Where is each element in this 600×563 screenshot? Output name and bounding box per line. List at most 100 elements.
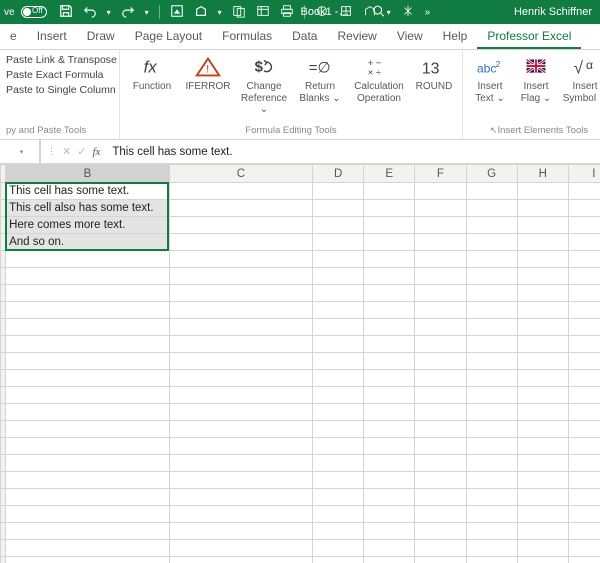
cell-E8[interactable] <box>364 302 415 319</box>
cell-I18[interactable] <box>568 472 600 489</box>
cell-I9[interactable] <box>568 319 600 336</box>
cell-I4[interactable] <box>568 234 600 251</box>
cell-C19[interactable] <box>169 489 312 506</box>
cell-G11[interactable] <box>466 353 517 370</box>
cell-E11[interactable] <box>364 353 415 370</box>
cell-B13[interactable] <box>6 387 170 404</box>
cell-G21[interactable] <box>466 523 517 540</box>
cell-B8[interactable] <box>6 302 170 319</box>
cell-F4[interactable] <box>415 234 466 251</box>
cell-E7[interactable] <box>364 285 415 302</box>
cell-E22[interactable] <box>364 540 415 557</box>
formula-content[interactable]: This cell has some text. <box>106 146 600 158</box>
cell-B7[interactable] <box>6 285 170 302</box>
cell-E1[interactable] <box>364 183 415 200</box>
cell-H8[interactable] <box>517 302 568 319</box>
col-header-E[interactable]: E <box>364 165 415 183</box>
cell-H2[interactable] <box>517 200 568 217</box>
cell-H20[interactable] <box>517 506 568 523</box>
cell-I14[interactable] <box>568 404 600 421</box>
tab-insert[interactable]: Insert <box>27 24 77 49</box>
cell-H11[interactable] <box>517 353 568 370</box>
cell-H1[interactable] <box>517 183 568 200</box>
cell-D22[interactable] <box>313 540 364 557</box>
col-header-B[interactable]: B <box>6 165 170 183</box>
cell-H19[interactable] <box>517 489 568 506</box>
cell-D5[interactable] <box>313 251 364 268</box>
cell-C10[interactable] <box>169 336 312 353</box>
cancel-icon[interactable]: ✕ <box>62 145 71 158</box>
cell-I20[interactable] <box>568 506 600 523</box>
enter-icon[interactable]: ✓ <box>77 145 86 158</box>
cell-G8[interactable] <box>466 302 517 319</box>
cell-E17[interactable] <box>364 455 415 472</box>
cell-E10[interactable] <box>364 336 415 353</box>
qat-icon-4[interactable] <box>256 4 270 21</box>
cell-G12[interactable] <box>466 370 517 387</box>
cell-D4[interactable] <box>313 234 364 251</box>
cell-H10[interactable] <box>517 336 568 353</box>
search-icon[interactable] <box>371 4 385 21</box>
cell-F8[interactable] <box>415 302 466 319</box>
cell-G3[interactable] <box>466 217 517 234</box>
cell-B11[interactable] <box>6 353 170 370</box>
tab-data[interactable]: Data <box>282 24 327 49</box>
qat-more-icon[interactable]: » <box>425 7 431 18</box>
cell-H6[interactable] <box>517 268 568 285</box>
autosave-toggle[interactable]: Off <box>21 6 47 18</box>
cell-G9[interactable] <box>466 319 517 336</box>
cell-G6[interactable] <box>466 268 517 285</box>
cell-B2[interactable]: This cell also has some text. <box>6 200 170 217</box>
cell-B19[interactable] <box>6 489 170 506</box>
cell-B16[interactable] <box>6 438 170 455</box>
cell-D19[interactable] <box>313 489 364 506</box>
cell-B18[interactable] <box>6 472 170 489</box>
insert-text-button[interactable]: abc2 Insert Text ⌄ <box>469 52 511 105</box>
cell-E21[interactable] <box>364 523 415 540</box>
cell-D13[interactable] <box>313 387 364 404</box>
cell-D10[interactable] <box>313 336 364 353</box>
cell-E19[interactable] <box>364 489 415 506</box>
col-header-F[interactable]: F <box>415 165 466 183</box>
cell-G5[interactable] <box>466 251 517 268</box>
cell-C11[interactable] <box>169 353 312 370</box>
cell-C14[interactable] <box>169 404 312 421</box>
tab-e[interactable]: e <box>0 24 27 49</box>
cell-I21[interactable] <box>568 523 600 540</box>
tab-view[interactable]: View <box>387 24 433 49</box>
cell-B6[interactable] <box>6 268 170 285</box>
cell-F22[interactable] <box>415 540 466 557</box>
cell-F1[interactable] <box>415 183 466 200</box>
cell-D14[interactable] <box>313 404 364 421</box>
cell-E12[interactable] <box>364 370 415 387</box>
change-reference-button[interactable]: $ Change Reference ⌄ <box>238 52 290 116</box>
cell-I12[interactable] <box>568 370 600 387</box>
cell-E20[interactable] <box>364 506 415 523</box>
cell-C7[interactable] <box>169 285 312 302</box>
cell-H16[interactable] <box>517 438 568 455</box>
cell-D6[interactable] <box>313 268 364 285</box>
cell-E18[interactable] <box>364 472 415 489</box>
cell-I6[interactable] <box>568 268 600 285</box>
cell-C8[interactable] <box>169 302 312 319</box>
cell-E14[interactable] <box>364 404 415 421</box>
cell-B14[interactable] <box>6 404 170 421</box>
cell-G4[interactable] <box>466 234 517 251</box>
cell-I17[interactable] <box>568 455 600 472</box>
cell-B22[interactable] <box>6 540 170 557</box>
return-blanks-button[interactable]: =∅ Return Blanks ⌄ <box>294 52 346 105</box>
cell-H7[interactable] <box>517 285 568 302</box>
cell-C3[interactable] <box>169 217 312 234</box>
cell-C2[interactable] <box>169 200 312 217</box>
paste-exact-formula[interactable]: Paste Exact Formula <box>6 69 117 81</box>
cell-D9[interactable] <box>313 319 364 336</box>
calc-operation-button[interactable]: + −× ÷ Calculation Operation <box>350 52 408 105</box>
cell-D1[interactable] <box>313 183 364 200</box>
cell-C23[interactable] <box>169 557 312 563</box>
fx-icon[interactable]: fx <box>92 146 100 158</box>
cell-I22[interactable] <box>568 540 600 557</box>
round-button[interactable]: 13 ROUND <box>412 52 456 105</box>
cell-F16[interactable] <box>415 438 466 455</box>
col-header-G[interactable]: G <box>466 165 517 183</box>
cell-D16[interactable] <box>313 438 364 455</box>
